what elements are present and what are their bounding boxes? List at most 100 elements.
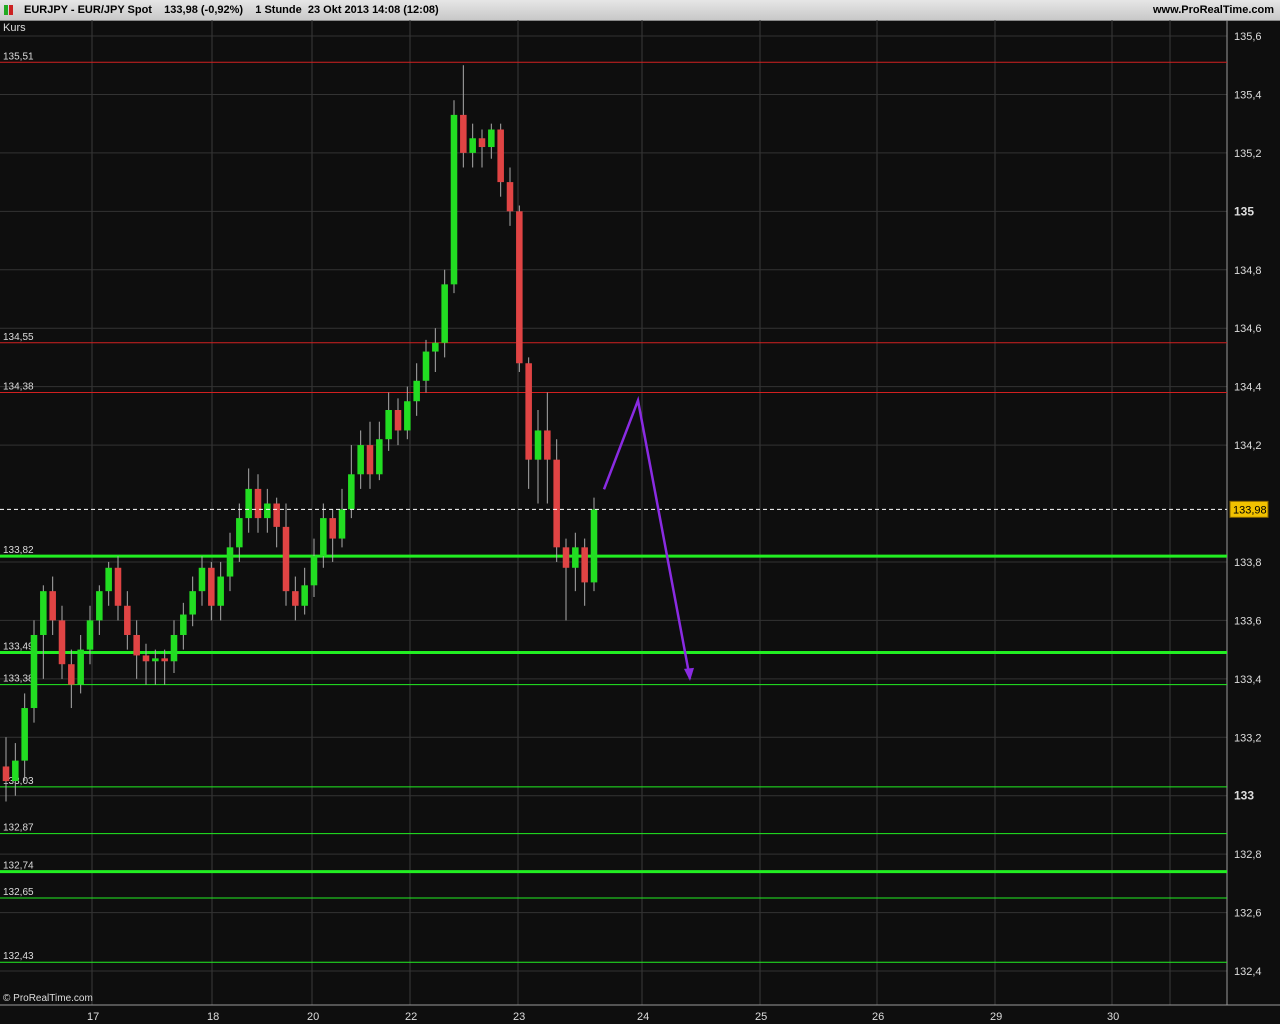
candle-body <box>40 591 47 635</box>
y-tick-label: 133,2 <box>1234 732 1262 744</box>
candle-body <box>96 591 103 621</box>
y-tick-label: 132,4 <box>1234 966 1262 978</box>
candle-body <box>394 410 402 431</box>
candle-body <box>217 576 224 606</box>
candle-body <box>516 211 523 364</box>
candle-body <box>2 766 10 782</box>
candle-body <box>236 518 243 548</box>
instrument-title: EURJPY - EUR/JPY Spot 133,98 (-0,92%) 1 … <box>24 4 439 16</box>
x-tick-label: 30 <box>1107 1011 1119 1023</box>
window-icons <box>4 5 20 15</box>
level-label: 132,87 <box>3 823 34 834</box>
candle-body <box>49 591 56 621</box>
x-tick-label: 18 <box>207 1011 219 1023</box>
candle-body <box>469 138 476 153</box>
candle-body <box>544 430 551 460</box>
x-tick-label: 20 <box>307 1011 319 1023</box>
title-bar: EURJPY - EUR/JPY Spot 133,98 (-0,92%) 1 … <box>0 0 1280 21</box>
candle-body <box>21 708 28 761</box>
candle-body <box>30 634 38 709</box>
level-label: 134,38 <box>3 381 34 392</box>
x-tick-label: 25 <box>755 1011 767 1023</box>
candle-body <box>114 567 122 606</box>
y-tick-label: 135,4 <box>1234 89 1262 101</box>
x-tick-label: 26 <box>872 1011 884 1023</box>
candle-body <box>68 664 75 685</box>
y-tick-label: 133 <box>1234 789 1254 803</box>
candle-body <box>245 488 252 519</box>
candle-body <box>329 518 336 539</box>
candle-body <box>357 445 364 475</box>
candle-body <box>58 620 66 665</box>
x-tick-label: 23 <box>513 1011 525 1023</box>
candle-body <box>180 614 187 635</box>
candle-body <box>320 518 327 557</box>
y-tick-label: 133,4 <box>1234 674 1262 686</box>
level-label: 133,82 <box>3 545 34 556</box>
y-tick-label: 134,4 <box>1234 382 1262 394</box>
candle-body <box>553 459 560 548</box>
candle-body <box>301 585 308 606</box>
level-label: 133,49 <box>3 642 34 653</box>
brand-label: © ProRealTime.com <box>3 993 93 1004</box>
level-label: 132,65 <box>3 887 34 898</box>
candle-body <box>338 509 346 539</box>
candle-body <box>273 503 280 527</box>
down-icon <box>9 5 13 15</box>
candle-body <box>226 547 234 577</box>
level-label: 132,43 <box>3 951 34 962</box>
candle-body <box>208 567 215 606</box>
candle-body <box>478 138 486 148</box>
candle-body <box>450 114 458 285</box>
candle-body <box>189 591 196 615</box>
candle-body <box>432 342 439 352</box>
y-tick-label: 135 <box>1234 204 1254 218</box>
price-chart[interactable]: 135,6 135,4 135,2 135 134,8 134,6 134,4 134,2 13… <box>0 20 1280 1024</box>
candle-body <box>572 547 579 568</box>
candle-body <box>254 488 262 519</box>
candle-body <box>86 620 94 650</box>
x-tick-label: 17 <box>87 1011 99 1023</box>
site-link[interactable]: www.ProRealTime.com <box>1153 4 1274 16</box>
candle-body <box>581 547 588 583</box>
x-tick-label: 29 <box>990 1011 1002 1023</box>
candle-body <box>404 401 411 431</box>
y-tick-label: 134,8 <box>1234 265 1262 277</box>
level-label: 133,38 <box>3 674 34 685</box>
candle-body <box>506 182 514 212</box>
candle-body <box>366 445 374 475</box>
candle-body <box>376 439 383 475</box>
y-tick-label: 133,8 <box>1234 557 1262 569</box>
y-tick-label: 134,2 <box>1234 440 1262 452</box>
candle-body <box>292 591 299 606</box>
candle-body <box>422 351 430 381</box>
candle-body <box>170 634 178 662</box>
y-tick-label: 133,6 <box>1234 615 1262 627</box>
candle-body <box>152 658 159 662</box>
y-tick-label: 135,2 <box>1234 148 1262 160</box>
candle-body <box>282 526 290 592</box>
projection-arrow <box>602 395 692 680</box>
candle-body <box>497 129 504 183</box>
candle-body <box>133 634 140 656</box>
candle-body <box>385 410 392 440</box>
candle-body <box>534 430 542 460</box>
y-tick-label: 132,8 <box>1234 849 1262 861</box>
current-price-label: 133,98 <box>1233 504 1267 516</box>
candle-body <box>441 284 448 343</box>
y-tick-label: 134,6 <box>1234 323 1262 335</box>
candle-body <box>142 655 150 662</box>
up-icon <box>4 5 8 15</box>
candle-body <box>590 509 598 583</box>
candle-body <box>264 503 271 519</box>
y-tick-label: 135,6 <box>1234 31 1262 43</box>
level-label: 135,51 <box>3 51 34 62</box>
x-tick-label: 22 <box>405 1011 417 1023</box>
candle-body <box>124 605 131 635</box>
candle-body <box>77 649 84 685</box>
candle-body <box>460 114 467 153</box>
candle-body <box>562 547 570 568</box>
candle-body <box>198 567 206 592</box>
candle-body <box>488 129 495 148</box>
candle-body <box>413 380 420 402</box>
